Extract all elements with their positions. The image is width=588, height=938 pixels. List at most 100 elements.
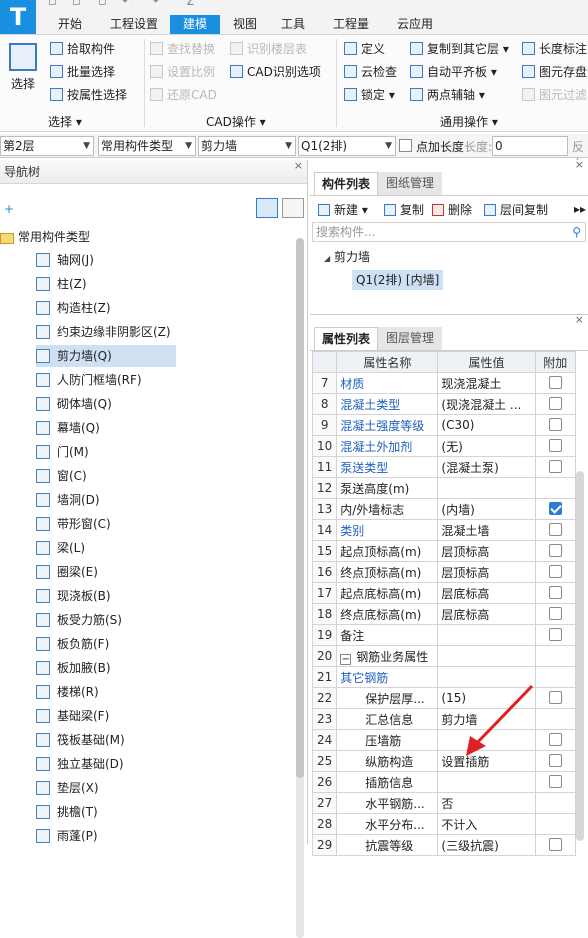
property-row[interactable]: 16 终点顶标高(m) 层顶标高 bbox=[311, 561, 576, 583]
select-by-property-button[interactable]: 按属性选择 bbox=[50, 85, 127, 105]
property-value[interactable]: (三级抗震) bbox=[437, 834, 536, 856]
property-row[interactable]: 26 插筋信息 bbox=[311, 771, 576, 793]
tree-item[interactable]: 砌体墙(Q) bbox=[36, 393, 112, 415]
redo-icon[interactable]: ↷ bbox=[148, 0, 159, 9]
extra-checkbox[interactable] bbox=[548, 586, 562, 599]
floor-select[interactable]: 第2层 ▼ bbox=[0, 136, 94, 156]
tree-item[interactable]: 板负筋(F) bbox=[36, 633, 109, 655]
tree-item[interactable]: 构造柱(Z) bbox=[36, 297, 111, 319]
property-row[interactable]: 24 压墙筋 bbox=[311, 729, 576, 751]
property-row[interactable]: 10 混凝土外加剂 (无) bbox=[311, 435, 576, 457]
extra-checkbox[interactable] bbox=[548, 754, 562, 767]
property-value[interactable]: 层顶标高 bbox=[437, 540, 536, 562]
batch-select-button[interactable]: 批量选择 bbox=[50, 62, 115, 82]
tree-item[interactable]: 垫层(X) bbox=[36, 777, 99, 799]
property-row[interactable]: 22 保护层厚... (15) bbox=[311, 687, 576, 709]
property-row[interactable]: 21 其它钢筋 bbox=[311, 666, 576, 688]
sum-icon[interactable]: Σ bbox=[186, 0, 194, 9]
property-value[interactable] bbox=[437, 477, 536, 499]
component-item-selected[interactable]: Q1(2排) [内墙] bbox=[352, 270, 444, 290]
property-row[interactable]: 18 终点底标高(m) 层底标高 bbox=[311, 603, 576, 625]
extra-checkbox[interactable] bbox=[548, 523, 562, 536]
tab-modeling[interactable]: 建模 bbox=[170, 15, 220, 34]
element-filter-button[interactable]: 图元过滤 bbox=[522, 85, 587, 105]
property-row[interactable]: 17 起点底标高(m) 层底标高 bbox=[311, 582, 576, 604]
property-row[interactable]: 7 材质 现浇混凝土 bbox=[311, 372, 576, 394]
identify-floor-table-button[interactable]: 识别楼层表 bbox=[230, 39, 307, 59]
component-search-input[interactable]: 搜索构件... ⚲ bbox=[312, 222, 586, 242]
property-value[interactable] bbox=[437, 729, 536, 751]
property-row[interactable]: 8 混凝土类型 (现浇混凝土 ... bbox=[311, 393, 576, 415]
extra-checkbox[interactable] bbox=[548, 418, 562, 431]
extra-checkbox[interactable] bbox=[548, 628, 562, 641]
component-group[interactable]: ◢ 剪力墙 bbox=[324, 248, 370, 265]
tree-item[interactable]: 轴网(J) bbox=[36, 249, 94, 271]
print-icon[interactable]: ▫ bbox=[72, 0, 81, 9]
component-select[interactable]: 剪力墙 ▼ bbox=[198, 136, 296, 156]
tree-item[interactable]: 独立基础(D) bbox=[36, 753, 124, 775]
property-value[interactable]: (现浇混凝土 ... bbox=[437, 393, 536, 415]
nav-scrollbar-thumb[interactable] bbox=[296, 238, 304, 778]
tree-item[interactable]: 剪力墙(Q) bbox=[36, 345, 176, 367]
restore-cad-button[interactable]: 还原CAD bbox=[150, 85, 217, 105]
set-scale-button[interactable]: 设置比例 bbox=[150, 62, 215, 82]
property-value[interactable]: (混凝土泵) bbox=[437, 456, 536, 478]
property-row[interactable]: 11 泵送类型 (混凝土泵) bbox=[311, 456, 576, 478]
extra-checkbox[interactable] bbox=[548, 439, 562, 452]
property-row[interactable]: 23 汇总信息 剪力墙 bbox=[311, 708, 576, 730]
property-value[interactable]: 现浇混凝土 bbox=[437, 372, 536, 394]
property-value[interactable]: 否 bbox=[437, 792, 536, 814]
tree-item[interactable]: 门(M) bbox=[36, 441, 89, 463]
length-dimension-button[interactable]: 长度标注 bbox=[522, 39, 587, 59]
tree-item[interactable]: 现浇板(B) bbox=[36, 585, 111, 607]
property-row[interactable]: 27 水平钢筋... 否 bbox=[311, 792, 576, 814]
property-value[interactable]: (无) bbox=[437, 435, 536, 457]
property-value[interactable]: 设置插筋 bbox=[437, 750, 536, 772]
extra-checkbox[interactable] bbox=[548, 607, 562, 620]
extra-checkbox[interactable] bbox=[548, 733, 562, 746]
instance-select[interactable]: Q1(2排) ▼ bbox=[298, 136, 396, 156]
property-value[interactable]: 不计入 bbox=[437, 813, 536, 835]
tree-item[interactable]: 板受力筋(S) bbox=[36, 609, 122, 631]
extra-checkbox[interactable] bbox=[548, 838, 562, 851]
tab-project-settings[interactable]: 工程设置 bbox=[102, 15, 166, 34]
property-value[interactable]: 层顶标高 bbox=[437, 561, 536, 583]
close-icon[interactable]: × bbox=[575, 158, 584, 171]
undo-icon[interactable]: ↶ bbox=[122, 0, 133, 9]
extra-checkbox[interactable] bbox=[548, 775, 562, 788]
grid-view-icon[interactable] bbox=[282, 198, 304, 218]
tree-item[interactable]: 带形窗(C) bbox=[36, 513, 111, 535]
length-input[interactable]: 0 bbox=[492, 136, 568, 156]
tree-item[interactable]: 墙洞(D) bbox=[36, 489, 100, 511]
tree-item[interactable]: 挑檐(T) bbox=[36, 801, 98, 823]
tree-root[interactable]: 常用构件类型 bbox=[0, 226, 90, 248]
property-row[interactable]: 20− 钢筋业务属性 bbox=[311, 645, 576, 667]
property-value[interactable]: 层底标高 bbox=[437, 582, 536, 604]
extra-checkbox[interactable] bbox=[548, 691, 562, 704]
type-select[interactable]: 常用构件类型 ▼ bbox=[98, 136, 196, 156]
property-value[interactable]: (C30) bbox=[437, 414, 536, 436]
property-value[interactable]: 混凝土墙 bbox=[437, 519, 536, 541]
delete-button[interactable]: 删除 bbox=[432, 200, 472, 220]
close-icon[interactable]: × bbox=[294, 154, 303, 178]
select-big-button[interactable]: 选择 bbox=[4, 41, 42, 101]
property-value[interactable] bbox=[437, 666, 536, 688]
collapse-icon[interactable]: − bbox=[340, 653, 352, 665]
copy-button[interactable]: 复制 bbox=[384, 200, 424, 220]
property-row[interactable]: 15 起点顶标高(m) 层顶标高 bbox=[311, 540, 576, 562]
tab-drawing-management[interactable]: 图纸管理 bbox=[378, 172, 442, 195]
property-row[interactable]: 19 备注 bbox=[311, 624, 576, 646]
property-scrollbar[interactable] bbox=[576, 471, 584, 841]
tab-layer-management[interactable]: 图层管理 bbox=[378, 327, 442, 350]
save-icon[interactable]: ▫ bbox=[48, 0, 57, 9]
extra-checkbox[interactable] bbox=[548, 397, 562, 410]
tree-item[interactable]: 窗(C) bbox=[36, 465, 87, 487]
auto-align-slab-button[interactable]: 自动平齐板 ▾ bbox=[410, 62, 497, 82]
save-as-icon[interactable]: ▫ bbox=[98, 0, 107, 9]
tree-item[interactable]: 梁(L) bbox=[36, 537, 85, 559]
two-point-axis-button[interactable]: 两点辅轴 ▾ bbox=[410, 85, 485, 105]
define-button[interactable]: 定义 bbox=[344, 39, 385, 59]
tree-item[interactable]: 柱(Z) bbox=[36, 273, 87, 295]
close-icon[interactable]: × bbox=[575, 313, 584, 326]
save-elements-button[interactable]: 图元存盘 bbox=[522, 62, 587, 82]
